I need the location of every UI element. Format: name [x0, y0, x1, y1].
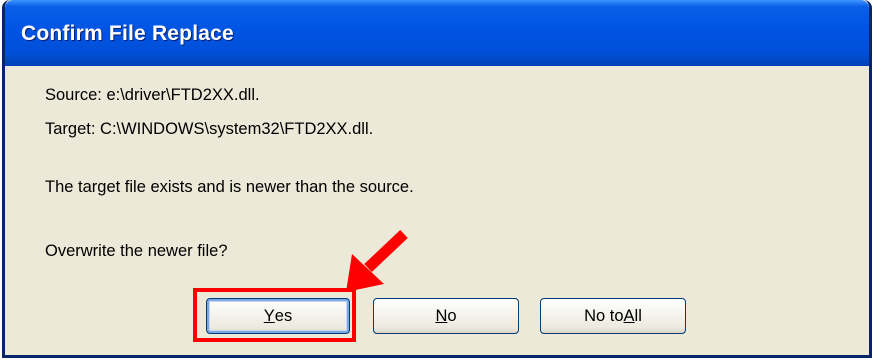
confirm-file-replace-dialog: Confirm File Replace Source: e:\driver\F…: [2, 0, 872, 358]
no-to-all-button-suffix: ll: [634, 306, 642, 325]
dialog-body: Source: e:\driver\FTD2XX.dll. Target: C:…: [5, 66, 869, 355]
no-to-all-button-mnemonic: A: [623, 306, 635, 325]
question-text: Overwrite the newer file?: [45, 242, 228, 260]
target-path-text: Target: C:\WINDOWS\system32\FTD2XX.dll.: [45, 120, 374, 138]
yes-button[interactable]: Yes: [206, 298, 350, 334]
no-button[interactable]: No: [373, 298, 519, 334]
message-text: The target file exists and is newer than…: [45, 178, 414, 196]
yes-button-suffix: es: [274, 306, 293, 325]
yes-button-mnemonic: Y: [263, 306, 275, 325]
no-to-all-button[interactable]: No to All: [540, 298, 686, 334]
no-button-mnemonic: N: [435, 306, 448, 325]
title-bar[interactable]: Confirm File Replace: [5, 0, 869, 66]
red-arrow-icon: [346, 230, 408, 292]
source-path-text: Source: e:\driver\FTD2XX.dll.: [45, 86, 260, 104]
no-button-suffix: o: [447, 306, 457, 325]
dialog-title: Confirm File Replace: [21, 22, 234, 45]
no-to-all-button-prefix: No to: [584, 306, 624, 325]
